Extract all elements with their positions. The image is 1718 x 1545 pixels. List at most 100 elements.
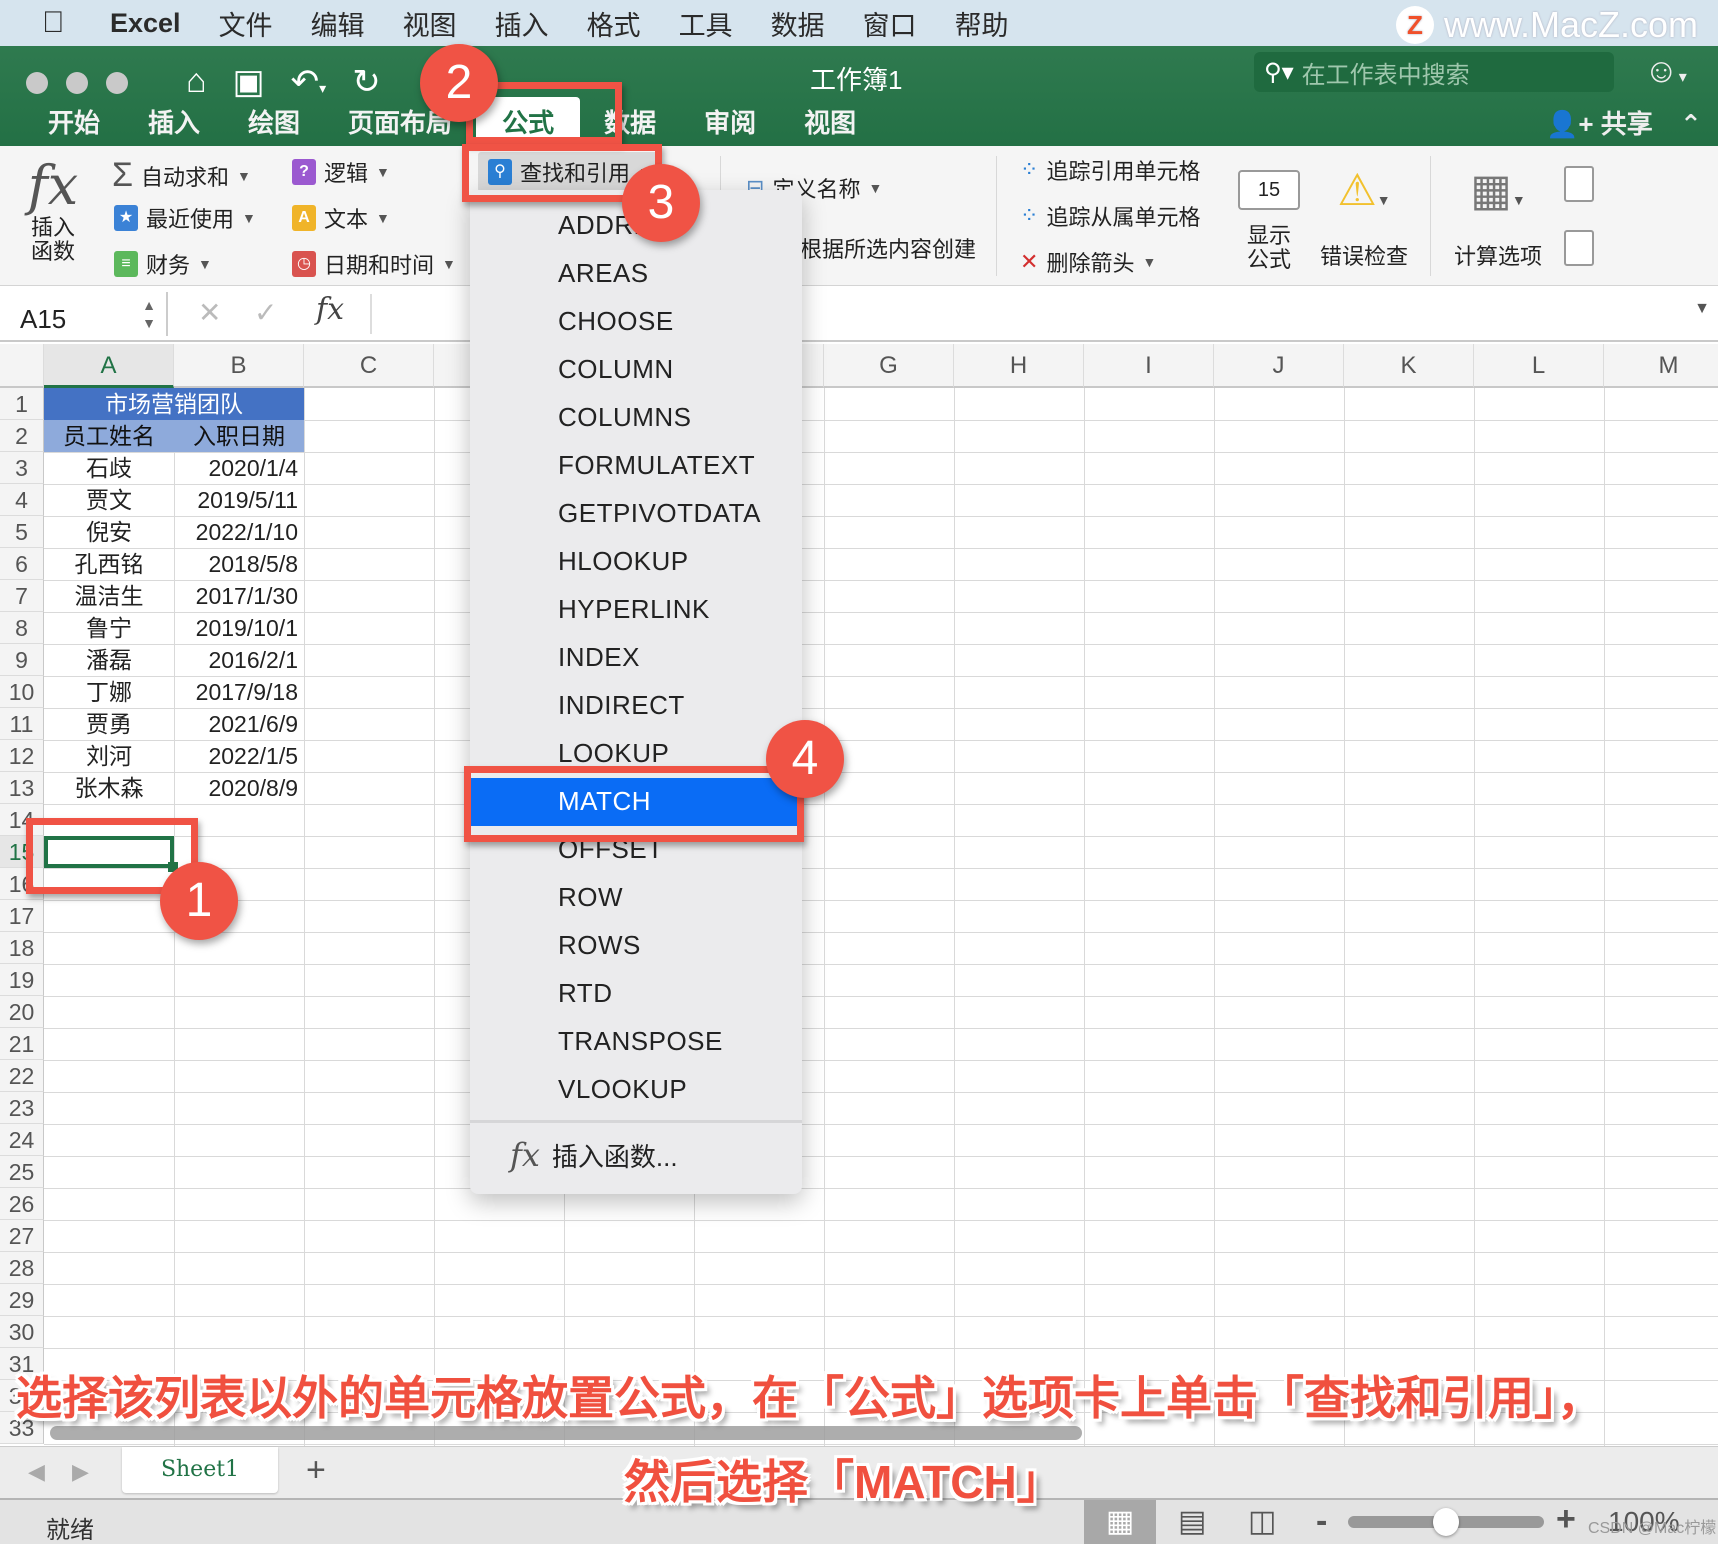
name-cell[interactable]: 丁娜 [44,676,174,708]
date-cell[interactable]: 2017/1/30 [174,580,298,612]
zoom-in-button[interactable]: + [1556,1500,1576,1539]
header-cell[interactable]: 入职日期 [174,420,304,452]
row-header-7[interactable]: 7 [0,580,44,612]
menu-file[interactable]: 文件 [219,4,273,43]
row-header-9[interactable]: 9 [0,644,44,676]
row-header-30[interactable]: 30 [0,1316,44,1348]
row-header-19[interactable]: 19 [0,964,44,996]
zoom-slider-thumb[interactable] [1433,1508,1459,1536]
feedback-smiley-icon[interactable]: ☺▾ [1644,52,1687,91]
column-header-c[interactable]: C [304,344,434,388]
create-from-selection-button[interactable]: 根据所选内容创建 [800,232,976,264]
name-cell[interactable]: 鲁宁 [44,612,174,644]
menu-item-areas[interactable]: AREAS [558,258,649,289]
menu-tools[interactable]: 工具 [679,4,733,43]
page-layout-view-icon[interactable]: ▤ [1178,1504,1206,1539]
menu-item-row[interactable]: ROW [558,882,623,913]
sheet-search-input[interactable]: ⚲▾ 在工作表中搜索 [1254,52,1614,92]
redo-icon[interactable]: ↻ [352,62,381,102]
expand-formula-bar-icon[interactable]: ▼ [1694,300,1710,318]
show-formulas-button[interactable]: 15 显示 公式 [1238,170,1300,272]
row-header-12[interactable]: 12 [0,740,44,772]
minimize-window-button[interactable] [66,72,88,94]
undo-icon[interactable]: ↶▾ [291,62,327,102]
column-header-b[interactable]: B [174,344,304,388]
date-cell[interactable]: 2016/2/1 [174,644,298,676]
column-header-a[interactable]: A [44,344,174,388]
tab-review[interactable]: 审阅 [680,103,780,146]
sheet-tab-sheet1[interactable]: Sheet1 [122,1447,278,1493]
date-cell[interactable]: 2020/1/4 [174,452,298,484]
row-header-4[interactable]: 4 [0,484,44,516]
row-header-6[interactable]: 6 [0,548,44,580]
row-header-28[interactable]: 28 [0,1252,44,1284]
name-cell[interactable]: 刘河 [44,740,174,772]
page-break-view-icon[interactable]: ◫ [1248,1504,1276,1539]
column-header-j[interactable]: J [1214,344,1344,388]
row-header-2[interactable]: 2 [0,420,44,452]
calculate-sheet-icon[interactable] [1564,230,1594,266]
name-cell[interactable]: 温洁生 [44,580,174,612]
menu-item-hlookup[interactable]: HLOOKUP [558,546,689,577]
calculation-options-button[interactable]: ▦▼ 计算选项 [1446,166,1550,271]
menu-data[interactable]: 数据 [771,4,825,43]
menu-item-lookup[interactable]: LOOKUP [558,738,669,769]
menu-item-index[interactable]: INDEX [558,642,640,673]
row-header-18[interactable]: 18 [0,932,44,964]
date-time-button[interactable]: ◷ 日期和时间 ▼ [292,248,456,280]
name-box[interactable]: A15 ▲ ▼ [0,292,168,336]
row-header-25[interactable]: 25 [0,1156,44,1188]
column-header-m[interactable]: M [1604,344,1718,388]
recently-used-button[interactable]: ★ 最近使用 ▼ [114,202,256,234]
insert-function-button[interactable]: fx 插入 函数 [22,156,84,264]
row-header-22[interactable]: 22 [0,1060,44,1092]
date-cell[interactable]: 2017/9/18 [174,676,298,708]
column-header-i[interactable]: I [1084,344,1214,388]
row-header-24[interactable]: 24 [0,1124,44,1156]
date-cell[interactable]: 2019/5/11 [174,484,298,516]
row-header-10[interactable]: 10 [0,676,44,708]
menu-item-rows[interactable]: ROWS [558,930,641,961]
header-cell[interactable]: 员工姓名 [44,420,174,452]
row-header-1[interactable]: 1 [0,388,44,420]
next-sheet-icon[interactable]: ▶ [72,1459,89,1485]
normal-view-button[interactable]: ▦ [1084,1500,1156,1544]
row-header-27[interactable]: 27 [0,1220,44,1252]
tab-home[interactable]: 开始 [24,103,124,146]
date-cell[interactable]: 2021/6/9 [174,708,298,740]
name-cell[interactable]: 张木森 [44,772,174,804]
menu-item-column[interactable]: COLUMN [558,354,674,385]
text-button[interactable]: A 文本 ▼ [292,202,390,234]
date-cell[interactable]: 2018/5/8 [174,548,298,580]
zoom-slider[interactable] [1348,1508,1544,1536]
menu-insert-function[interactable]: fx 插入函数... [510,1136,678,1174]
row-header-3[interactable]: 3 [0,452,44,484]
name-cell[interactable]: 贾勇 [44,708,174,740]
menu-edit[interactable]: 编辑 [311,4,365,43]
collapse-ribbon-icon[interactable]: ⌃ [1680,109,1702,139]
column-header-l[interactable]: L [1474,344,1604,388]
table-title-cell[interactable]: 市场营销团队 [44,388,304,420]
error-checking-button[interactable]: ⚠▼ 错误检查 [1316,166,1412,271]
menu-insert[interactable]: 插入 [495,4,549,43]
menu-view[interactable]: 视图 [403,4,457,43]
menu-item-transpose[interactable]: TRANSPOSE [558,1026,723,1057]
horizontal-scrollbar[interactable] [50,1426,1082,1440]
share-button[interactable]: 👤+ 共享 ⌃ [1546,104,1702,141]
column-header-k[interactable]: K [1344,344,1474,388]
prev-sheet-icon[interactable]: ◀ [28,1459,45,1485]
close-window-button[interactable] [26,72,48,94]
row-header-17[interactable]: 17 [0,900,44,932]
apple-icon[interactable]:  [42,6,82,40]
name-cell[interactable]: 贾文 [44,484,174,516]
menu-format[interactable]: 格式 [587,4,641,43]
row-header-13[interactable]: 13 [0,772,44,804]
menu-item-getpivotdata[interactable]: GETPIVOTDATA [558,498,761,529]
menu-app-name[interactable]: Excel [110,8,181,39]
tab-insert[interactable]: 插入 [124,103,224,146]
add-sheet-button[interactable]: + [306,1451,326,1490]
column-header-h[interactable]: H [954,344,1084,388]
name-cell[interactable]: 潘磊 [44,644,174,676]
row-header-26[interactable]: 26 [0,1188,44,1220]
row-header-21[interactable]: 21 [0,1028,44,1060]
